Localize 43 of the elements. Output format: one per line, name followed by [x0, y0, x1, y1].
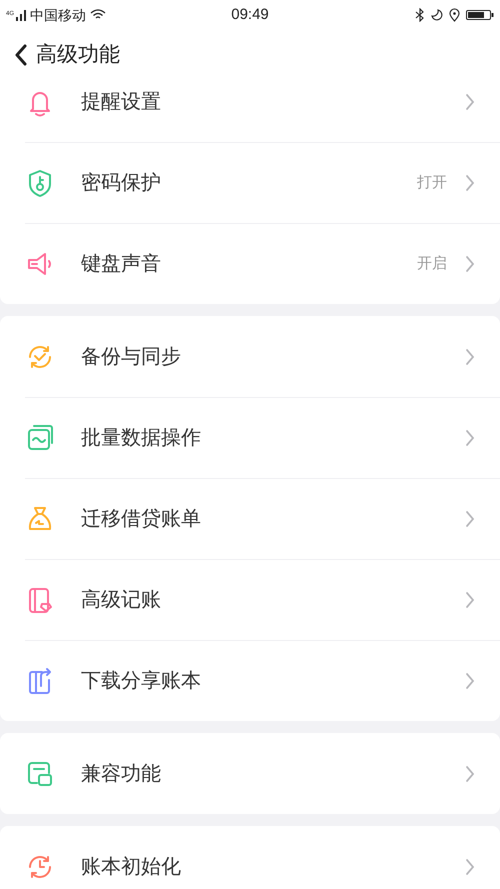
chevron-right-icon	[465, 255, 475, 273]
back-icon	[14, 44, 28, 66]
settings-row[interactable]: 备份与同步	[25, 316, 500, 397]
row-label: 提醒设置	[81, 90, 161, 115]
settings-row[interactable]: 下载分享账本	[25, 640, 500, 721]
row-label: 密码保护	[81, 171, 161, 196]
settings-row[interactable]: 键盘声音 开启	[25, 223, 500, 304]
battery-icon	[466, 9, 494, 21]
settings-row[interactable]: 密码保护 打开	[25, 142, 500, 223]
row-label: 批量数据操作	[81, 426, 201, 451]
chevron-right-icon	[465, 174, 475, 192]
moon-icon	[431, 9, 443, 21]
signal-icon	[16, 9, 28, 21]
chevron-right-icon	[465, 858, 475, 876]
settings-row[interactable]: 高级记账	[25, 559, 500, 640]
chevron-right-icon	[465, 429, 475, 447]
carrier-name: 中国移动	[30, 6, 86, 24]
page-title: 高级功能	[36, 42, 120, 68]
settings-row[interactable]: 迁移借贷账单	[25, 478, 500, 559]
chevron-right-icon	[465, 510, 475, 528]
chevron-right-icon	[465, 93, 475, 111]
chevron-right-icon	[465, 764, 475, 782]
row-label: 备份与同步	[81, 344, 181, 370]
row-label: 迁移借贷账单	[81, 507, 201, 532]
row-label: 账本初始化	[81, 854, 181, 880]
back-button[interactable]	[14, 44, 28, 66]
location-icon	[449, 8, 460, 22]
row-label: 键盘声音	[81, 252, 161, 277]
settings-row[interactable]: 账本初始化	[25, 826, 500, 889]
wifi-icon	[90, 9, 106, 21]
chevron-right-icon	[465, 591, 475, 609]
row-value: 开启	[417, 254, 447, 274]
chevron-right-icon	[465, 672, 475, 690]
settings-row[interactable]: 兼容功能	[25, 733, 500, 814]
bluetooth-icon	[415, 8, 425, 22]
chevron-right-icon	[465, 348, 475, 366]
status-time: 09:49	[231, 4, 269, 25]
row-label: 下载分享账本	[81, 669, 201, 694]
settings-row[interactable]: 提醒设置	[25, 80, 500, 142]
settings-row[interactable]: 批量数据操作	[25, 397, 500, 478]
row-label: 兼容功能	[81, 762, 161, 786]
row-value: 打开	[417, 172, 447, 193]
row-label: 高级记账	[81, 588, 161, 613]
